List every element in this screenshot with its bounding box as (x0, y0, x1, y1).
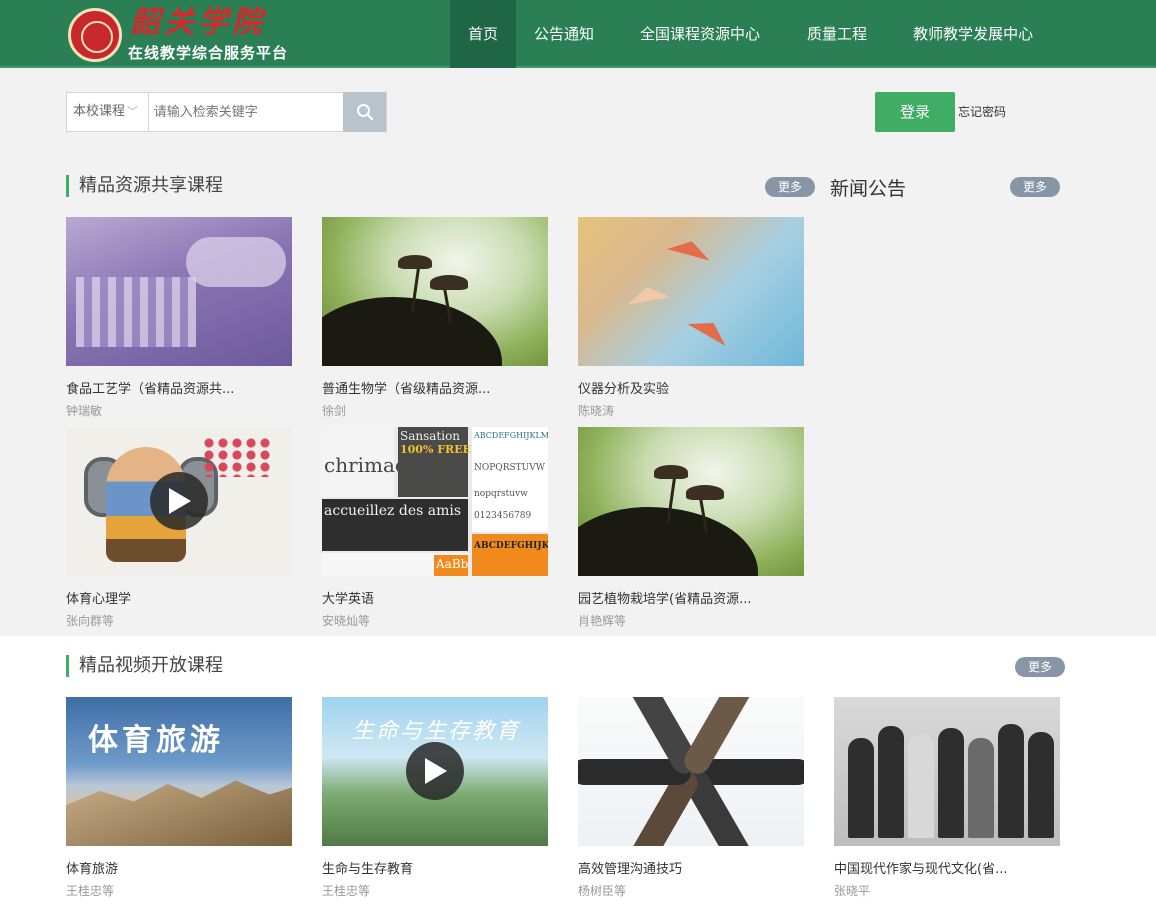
thumb-text: chrimae (324, 453, 407, 477)
logo-title: 韶关学院 (130, 5, 266, 40)
play-icon (406, 742, 464, 800)
search-scope-select[interactable]: 本校课程 ﹀ (67, 93, 149, 131)
more-button-news[interactable]: 更多 (1010, 177, 1060, 197)
nav-teacher-development[interactable]: 教师教学发展中心 (890, 0, 1051, 68)
course-author: 安晓灿等 (322, 614, 371, 628)
course-card[interactable]: 食品工艺学（省精品资源共... 钟瑞敏 (66, 217, 292, 419)
thumb-text: AaBb (436, 557, 469, 571)
course-card[interactable]: 中国现代作家与现代文化(省... 张晓平 (834, 697, 1060, 899)
course-card[interactable]: 园艺植物栽培学(省精品资源... 肖艳辉等 (578, 427, 804, 629)
thumb-text: nopqrstuvw (474, 489, 528, 499)
course-thumbnail: 生命与生存教育 (322, 697, 548, 846)
course-title: 仪器分析及实验 (578, 382, 670, 396)
course-card[interactable]: 仪器分析及实验 陈晓涛 (578, 217, 804, 419)
course-thumbnail: 体育旅游 (66, 697, 292, 846)
thumb-text: Sansation (400, 429, 461, 443)
thumb-text: ABCDEFGHIJKL (474, 541, 548, 551)
course-thumbnail (66, 217, 292, 366)
search-bar: 本校课程 ﹀ (66, 92, 387, 132)
nav-quality-project[interactable]: 质量工程 (784, 0, 890, 68)
search-icon (356, 104, 373, 121)
course-thumbnail: chrimae Sansation 100% FREE accueillez d… (322, 427, 548, 576)
course-title: 高效管理沟通技巧 (578, 862, 683, 876)
chevron-down-icon: ﹀ (127, 105, 139, 118)
course-author: 肖艳辉等 (578, 614, 627, 628)
thumb-text: 100% FREE (400, 443, 471, 456)
section-title-video-courses: 精品视频开放课程 (66, 655, 223, 677)
login-button[interactable]: 登录 (875, 92, 955, 132)
course-title: 大学英语 (322, 592, 375, 606)
logo-subtitle: 在线教学综合服务平台 (128, 44, 289, 62)
main-nav: 首页 公告通知 全国课程资源中心 质量工程 教师教学发展中心 (450, 0, 1051, 68)
course-card[interactable]: 高效管理沟通技巧 杨树臣等 (578, 697, 804, 899)
course-thumbnail (834, 697, 1060, 846)
course-card[interactable]: 生命与生存教育 生命与生存教育 王桂忠等 (322, 697, 548, 899)
university-seal-icon (68, 8, 122, 62)
course-author: 陈晓涛 (578, 404, 615, 418)
thumb-text: 生命与生存教育 (352, 719, 521, 744)
thumb-text: 0123456789 (474, 511, 532, 521)
forgot-password-link[interactable]: 忘记密码 (958, 103, 1006, 120)
course-author: 张晓平 (834, 884, 871, 898)
search-input[interactable] (148, 93, 344, 131)
nav-announcements[interactable]: 公告通知 (516, 0, 617, 68)
course-author: 王桂忠等 (322, 884, 371, 898)
search-scope-label: 本校课程 (73, 104, 126, 119)
top-header: 韶关学院 在线教学综合服务平台 首页 公告通知 全国课程资源中心 质量工程 教师… (0, 0, 1156, 68)
course-title: 体育心理学 (66, 592, 132, 606)
course-thumbnail (578, 217, 804, 366)
more-button-video-courses[interactable]: 更多 (1015, 657, 1065, 677)
course-thumbnail (578, 427, 804, 576)
course-author: 杨树臣等 (578, 884, 627, 898)
course-card[interactable]: chrimae Sansation 100% FREE accueillez d… (322, 427, 548, 629)
course-author: 钟瑞敏 (66, 404, 103, 418)
course-thumbnail (578, 697, 804, 846)
more-button-resource-courses[interactable]: 更多 (765, 177, 815, 197)
course-title: 食品工艺学（省精品资源共... (66, 382, 235, 396)
course-author: 王桂忠等 (66, 884, 115, 898)
thumb-text: 体育旅游 (88, 723, 224, 758)
course-title: 园艺植物栽培学(省精品资源... (578, 592, 752, 606)
course-card[interactable]: 普通生物学（省级精品资源... 徐剑 (322, 217, 548, 419)
course-title: 普通生物学（省级精品资源... (322, 382, 491, 396)
nav-home[interactable]: 首页 (450, 0, 517, 68)
section-title-resource-courses: 精品资源共享课程 (66, 175, 223, 197)
course-card[interactable]: 体育旅游 体育旅游 王桂忠等 (66, 697, 292, 899)
course-thumbnail (322, 217, 548, 366)
course-thumbnail (66, 427, 292, 576)
course-title: 中国现代作家与现代文化(省... (834, 862, 1008, 876)
site-logo[interactable]: 韶关学院 在线教学综合服务平台 (68, 6, 298, 62)
thumb-text: NOPQRSTUVW (474, 463, 545, 473)
course-author: 徐剑 (322, 404, 347, 418)
course-title: 体育旅游 (66, 862, 119, 876)
course-title: 生命与生存教育 (322, 862, 414, 876)
news-title: 新闻公告 (830, 178, 907, 200)
nav-national-resources[interactable]: 全国课程资源中心 (617, 0, 784, 68)
course-card[interactable]: 体育心理学 张向群等 (66, 427, 292, 629)
course-author: 张向群等 (66, 614, 115, 628)
thumb-text: ABCDEFGHIJKLM (474, 431, 548, 440)
play-icon (150, 472, 208, 530)
search-button[interactable] (343, 92, 386, 132)
thumb-text: accueillez des amis (324, 503, 462, 519)
